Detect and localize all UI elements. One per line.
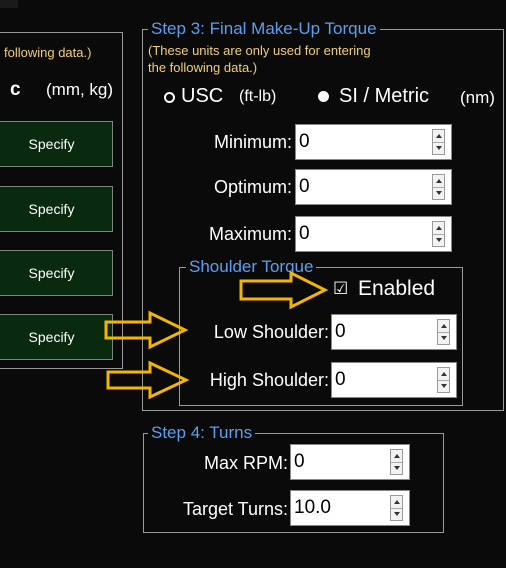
- arrow-to-low-shoulder-icon: [104, 310, 189, 350]
- annotation-arrows: [104, 270, 329, 400]
- arrow-to-high-shoulder-icon: [106, 360, 190, 400]
- arrow-to-enabled-icon: [239, 270, 329, 310]
